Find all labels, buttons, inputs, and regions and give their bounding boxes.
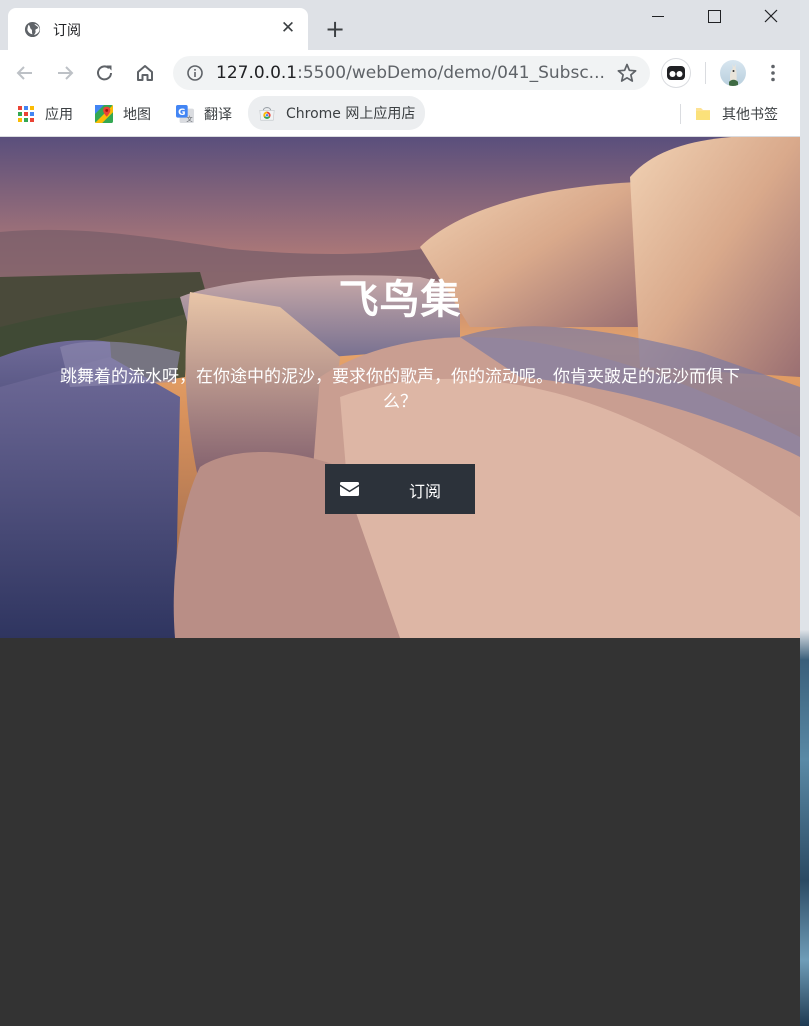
- page-description: 跳舞着的流水呀，在你途中的泥沙，要求你的歌声，你的流动呢。你肯夹跛足的泥沙而俱下…: [60, 367, 740, 412]
- bookmark-label: 翻译: [204, 107, 232, 123]
- bookmark-label: 地图: [123, 107, 151, 123]
- bookmark-translate[interactable]: G 文 翻译: [176, 96, 232, 132]
- globe-icon: [24, 21, 41, 38]
- bookmark-label: 其他书签: [722, 107, 778, 123]
- tab-close-icon[interactable]: ✕: [279, 18, 297, 38]
- profile-picture-icon: [729, 64, 738, 86]
- maximize-button[interactable]: [686, 0, 742, 34]
- bookmark-other-folder[interactable]: 其他书签: [694, 96, 778, 132]
- bookmark-maps[interactable]: 地图: [95, 96, 151, 132]
- minimize-icon: [652, 16, 664, 17]
- translate-icon: G 文: [176, 105, 194, 123]
- browser-window: 订阅 ✕ + 127.0.0.1:5500/webDemo/demo/041_S…: [0, 0, 800, 1026]
- new-tab-button[interactable]: +: [322, 16, 348, 42]
- hero-section: 飞鸟集 跳舞着的流水呀，在你途中的泥沙，要求你的歌声，你的流动呢。你肯夹跛足的泥…: [0, 137, 800, 638]
- minimize-button[interactable]: [630, 0, 686, 34]
- info-icon[interactable]: [187, 65, 203, 81]
- bookmark-apps[interactable]: 应用: [17, 96, 73, 132]
- address-bar[interactable]: 127.0.0.1:5500/webDemo/demo/041_Subsc...: [173, 56, 650, 90]
- back-icon[interactable]: [14, 62, 36, 84]
- home-icon[interactable]: [134, 62, 156, 84]
- chrome-webstore-icon: [259, 107, 275, 121]
- bookmark-label: Chrome 网上应用店: [286, 106, 416, 122]
- avatar[interactable]: [720, 60, 746, 86]
- folder-icon: [696, 108, 710, 120]
- bookmark-label: 应用: [45, 107, 73, 123]
- apps-grid-icon: [18, 106, 34, 122]
- close-icon: [764, 9, 778, 23]
- url-text[interactable]: 127.0.0.1:5500/webDemo/demo/041_Subsc...: [216, 63, 616, 83]
- subscribe-button-label: 订阅: [409, 482, 442, 501]
- browser-toolbar: 127.0.0.1:5500/webDemo/demo/041_Subsc...: [0, 50, 800, 96]
- tab-active[interactable]: 订阅 ✕: [8, 8, 308, 50]
- envelope-icon: [340, 482, 359, 496]
- reload-icon[interactable]: [94, 62, 116, 84]
- bookmark-chrome-webstore[interactable]: Chrome 网上应用店: [248, 96, 426, 130]
- maps-icon: [95, 105, 113, 123]
- page-background: [0, 638, 800, 1026]
- tab-strip: 订阅 ✕ +: [0, 0, 800, 50]
- desktop-background-strip: [800, 0, 809, 1026]
- url-host: 127.0.0.1: [216, 63, 298, 83]
- extension-glasses-icon: [667, 66, 685, 80]
- more-menu-icon[interactable]: [762, 62, 784, 84]
- toolbar-separator: [705, 62, 706, 84]
- tab-title: 订阅: [53, 23, 81, 39]
- url-path: :5500/webDemo/demo/041_Subsc...: [297, 63, 605, 83]
- page-title: 飞鸟集: [338, 277, 462, 323]
- maximize-icon: [708, 10, 721, 23]
- subscribe-button[interactable]: 订阅: [325, 464, 475, 514]
- bookmarks-bar: 应用 地图 G 文 翻译 Chrome 网上应用店 其他书签: [0, 96, 800, 137]
- svg-text:文: 文: [186, 114, 193, 123]
- close-window-button[interactable]: [743, 0, 799, 34]
- bookmark-star-icon[interactable]: [616, 62, 638, 84]
- svg-text:G: G: [178, 108, 185, 118]
- extension-icon[interactable]: [662, 59, 690, 87]
- forward-icon[interactable]: [54, 62, 76, 84]
- bookmarks-separator: [680, 104, 681, 124]
